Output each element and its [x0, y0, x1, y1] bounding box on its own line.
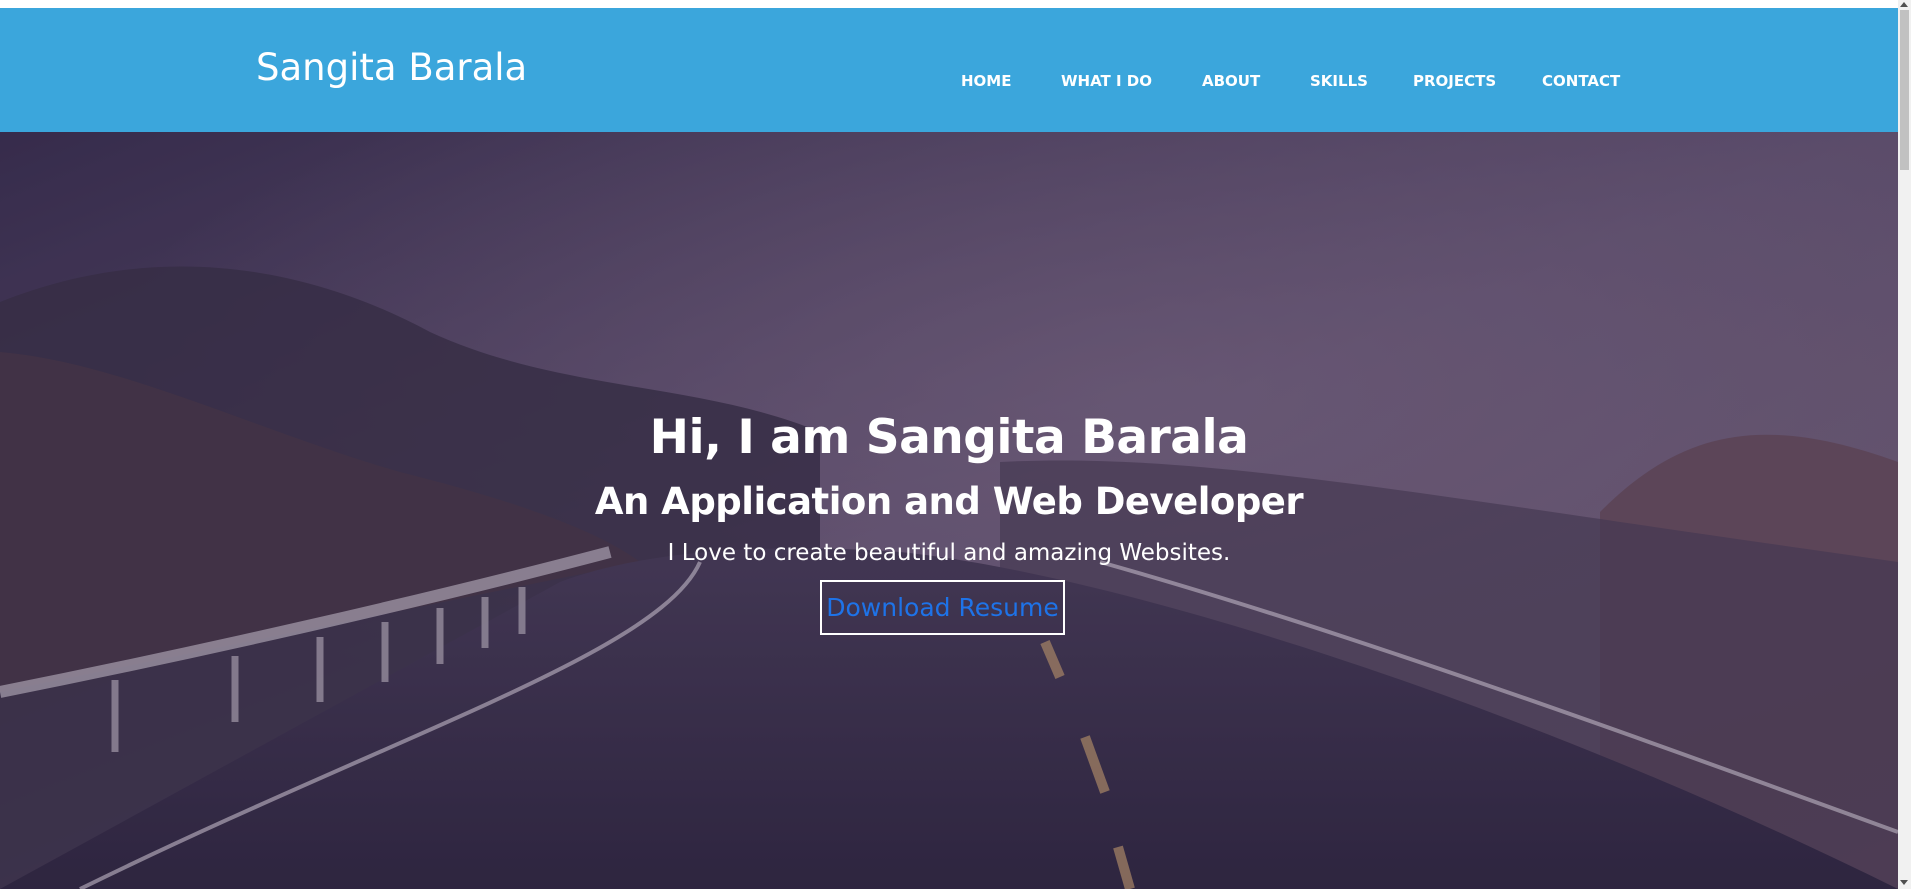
- download-resume-button[interactable]: Download Resume: [820, 580, 1065, 635]
- nav-item-what-i-do[interactable]: WHAT I DO: [1061, 72, 1152, 90]
- navbar: Sangita Barala HOME WHAT I DO ABOUT SKIL…: [0, 8, 1898, 132]
- scrollbar-thumb[interactable]: [1900, 10, 1909, 170]
- hero-tagline: I Love to create beautiful and amazing W…: [667, 540, 1231, 566]
- brand-logo-text[interactable]: Sangita Barala: [256, 49, 527, 86]
- scroll-up-arrow-icon[interactable]: [1900, 2, 1908, 7]
- nav-item-about[interactable]: ABOUT: [1202, 72, 1260, 90]
- vertical-scrollbar[interactable]: [1898, 0, 1911, 889]
- page-viewport: Sangita Barala HOME WHAT I DO ABOUT SKIL…: [0, 0, 1898, 889]
- top-strip: [0, 0, 1898, 8]
- nav-item-projects[interactable]: PROJECTS: [1413, 72, 1496, 90]
- scroll-down-arrow-icon[interactable]: [1900, 880, 1908, 885]
- hero-subtitle: An Application and Web Developer: [594, 480, 1304, 523]
- hero-section: Hi, I am Sangita Barala An Application a…: [0, 132, 1898, 889]
- nav-item-contact[interactable]: CONTACT: [1542, 72, 1620, 90]
- nav-item-home[interactable]: HOME: [961, 72, 1011, 90]
- hero-title: Hi, I am Sangita Barala: [649, 410, 1249, 465]
- nav-item-skills[interactable]: SKILLS: [1310, 72, 1368, 90]
